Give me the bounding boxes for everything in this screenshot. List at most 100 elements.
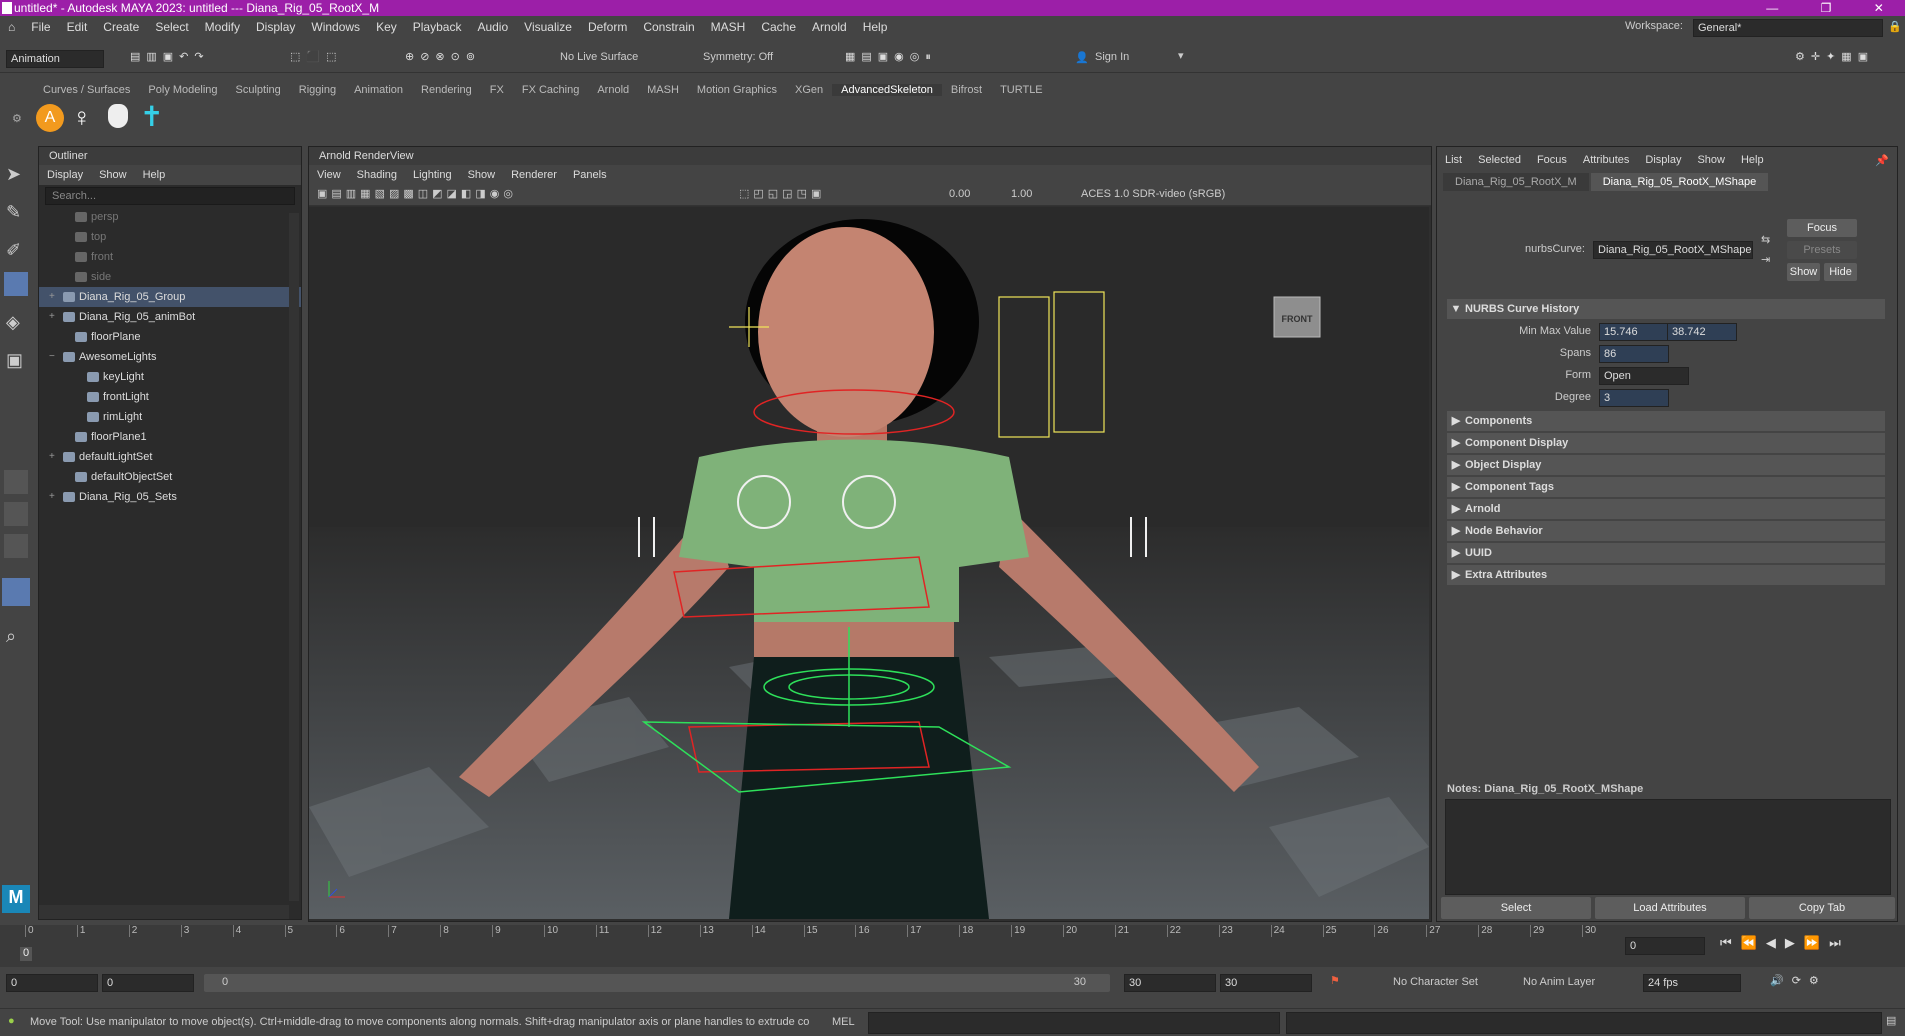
outliner-menu-show[interactable]: Show — [91, 169, 135, 181]
gamma-field[interactable]: 1.00 — [1011, 188, 1032, 200]
auto-key-icon[interactable]: ⚑ — [1330, 974, 1340, 987]
expand-toggle-icon[interactable]: + — [49, 447, 55, 467]
chevron-down-icon[interactable]: ▾ — [1178, 49, 1184, 62]
vp-menu-renderer[interactable]: Renderer — [503, 169, 565, 181]
expand-toggle-icon[interactable]: + — [49, 287, 55, 307]
paint-tool-icon[interactable]: ✐ — [6, 240, 21, 261]
form-select[interactable]: Open — [1599, 367, 1689, 385]
home-icon[interactable]: ⌂ — [0, 20, 23, 34]
camera-tools-icons[interactable]: ▣▤▥▦▧▨▩◫◩◪◧◨◉◎ — [317, 187, 517, 200]
shelf-tab-curves[interactable]: Curves / Surfaces — [34, 84, 139, 96]
attr-menu-list[interactable]: List — [1437, 154, 1470, 166]
display-tools-icons[interactable]: ⬚◰◱◲◳▣ — [739, 187, 825, 200]
presets-button[interactable]: Presets — [1787, 241, 1857, 259]
script-editor-icon[interactable]: ▤ — [1886, 1014, 1896, 1027]
attr-menu-help[interactable]: Help — [1733, 154, 1772, 166]
start-time-field[interactable]: 0 — [6, 974, 98, 992]
section-components[interactable]: ▶ Components — [1447, 411, 1885, 431]
outliner-item[interactable]: defaultObjectSet — [39, 467, 301, 487]
outliner-item[interactable]: rimLight — [39, 407, 301, 427]
command-line-input[interactable] — [868, 1012, 1280, 1034]
outliner-h-scrollbar[interactable] — [39, 905, 289, 919]
outliner-item[interactable]: frontLight — [39, 387, 301, 407]
time-slider[interactable]: 0 1 2 3 4 5 6 7 8 9 10 11 12 13 14 15 16 17 18 19 20 21 22 23 24… — [0, 925, 1905, 967]
max-value-field[interactable]: 38.742 — [1667, 323, 1737, 341]
menu-cache[interactable]: Cache — [753, 20, 804, 34]
move-tool-icon[interactable] — [4, 272, 28, 296]
live-surface[interactable]: No Live Surface — [560, 51, 638, 63]
menu-constrain[interactable]: Constrain — [635, 20, 702, 34]
shelf-tab-rendering[interactable]: Rendering — [412, 84, 481, 96]
lasso-tool-icon[interactable]: ✎ — [6, 202, 21, 223]
outliner-item[interactable]: side — [39, 267, 301, 287]
skeleton-figure-icon[interactable]: ♀ — [72, 102, 92, 133]
outliner-item[interactable]: + Diana_Rig_05_Sets — [39, 487, 301, 507]
character-set-select[interactable]: No Character Set — [1393, 976, 1478, 988]
menu-modify[interactable]: Modify — [197, 20, 248, 34]
load-attributes-button[interactable]: Load Attributes — [1595, 897, 1745, 919]
shelf-tab-fx-caching[interactable]: FX Caching — [513, 84, 588, 96]
menu-audio[interactable]: Audio — [469, 20, 516, 34]
menu-visualize[interactable]: Visualize — [516, 20, 580, 34]
end-time-field[interactable]: 30 — [1220, 974, 1312, 992]
anim-start-field[interactable]: 0 — [102, 974, 194, 992]
rotate-tool-icon[interactable]: ◈ — [6, 312, 20, 333]
minimize-icon[interactable]: — — [1766, 0, 1778, 16]
advanced-skeleton-icon[interactable]: A — [36, 104, 64, 132]
expand-toggle-icon[interactable]: − — [49, 347, 55, 367]
min-value-field[interactable]: 15.746 — [1599, 323, 1669, 341]
workspace-select[interactable]: General* — [1693, 19, 1883, 37]
menu-arnold[interactable]: Arnold — [804, 20, 855, 34]
gear-icon[interactable]: ⚙ — [12, 112, 22, 125]
outliner-item[interactable]: + Diana_Rig_05_animBot — [39, 307, 301, 327]
expand-toggle-icon[interactable]: + — [49, 307, 55, 327]
shelf-tab-rigging[interactable]: Rigging — [290, 84, 345, 96]
anim-layer-select[interactable]: No Anim Layer — [1523, 976, 1595, 988]
select-tool-icon[interactable]: ➤ — [6, 164, 21, 185]
outliner-layout-icon[interactable] — [2, 578, 30, 606]
section-uuid[interactable]: ▶ UUID — [1447, 543, 1885, 563]
tab-roottx-mshape[interactable]: Diana_Rig_05_RootX_MShape — [1590, 173, 1769, 191]
biped-icon[interactable]: ✝ — [140, 100, 163, 133]
menu-mash[interactable]: MASH — [703, 20, 754, 34]
panel-layout-icons[interactable]: ⚙✛✦▦▣ — [1795, 50, 1874, 63]
outliner-item[interactable]: keyLight — [39, 367, 301, 387]
viewport-canvas[interactable]: FRONT — [309, 207, 1429, 919]
menu-select[interactable]: Select — [147, 20, 196, 34]
menu-key[interactable]: Key — [368, 20, 405, 34]
shelf-tab-sculpting[interactable]: Sculpting — [227, 84, 290, 96]
show-button[interactable]: Show — [1787, 263, 1820, 281]
degree-field[interactable]: 3 — [1599, 389, 1669, 407]
sign-in-button[interactable]: Sign In — [1095, 51, 1129, 63]
outliner-menu-display[interactable]: Display — [39, 169, 91, 181]
copy-tab-button[interactable]: Copy Tab — [1749, 897, 1895, 919]
shelf-tab-fx[interactable]: FX — [481, 84, 513, 96]
shelf-tab-bifrost[interactable]: Bifrost — [942, 84, 991, 96]
menu-create[interactable]: Create — [95, 20, 147, 34]
menu-deform[interactable]: Deform — [580, 20, 635, 34]
file-tools-icons[interactable]: ▤▥▣↶↷ — [130, 50, 210, 63]
spans-field[interactable]: 86 — [1599, 345, 1669, 363]
vp-menu-view[interactable]: View — [309, 169, 349, 181]
shelf-tab-poly[interactable]: Poly Modeling — [139, 84, 226, 96]
playback-controls[interactable]: ⏮⏪◀▶⏩⏭ — [1720, 935, 1850, 951]
outliner-search-input[interactable]: Search... — [45, 187, 295, 205]
notes-textarea[interactable] — [1445, 799, 1891, 895]
shelf-tab-mash[interactable]: MASH — [638, 84, 688, 96]
focus-button[interactable]: Focus — [1787, 219, 1857, 237]
layout-two-icon[interactable] — [4, 534, 28, 558]
mode-select[interactable]: Animation — [6, 50, 104, 68]
section-extra-attributes[interactable]: ▶ Extra Attributes — [1447, 565, 1885, 585]
selection-mode-icons[interactable]: ⬚⬛⬚ — [290, 50, 342, 63]
user-icon[interactable]: 👤 — [1075, 51, 1089, 64]
shelf-tab-motion-graphics[interactable]: Motion Graphics — [688, 84, 786, 96]
playback-options-icons[interactable]: 🔊⟳⚙ — [1770, 974, 1827, 987]
shelf-tab-animation[interactable]: Animation — [345, 84, 412, 96]
render-icons[interactable]: ▦▤▣◉◎⏸ — [845, 50, 937, 64]
vp-menu-panels[interactable]: Panels — [565, 169, 615, 181]
vp-menu-show[interactable]: Show — [460, 169, 504, 181]
menu-edit[interactable]: Edit — [59, 20, 96, 34]
shelf-tab-turtle[interactable]: TURTLE — [991, 84, 1052, 96]
outliner-item[interactable]: + defaultLightSet — [39, 447, 301, 467]
search-icon[interactable]: ⌕ — [6, 626, 16, 647]
